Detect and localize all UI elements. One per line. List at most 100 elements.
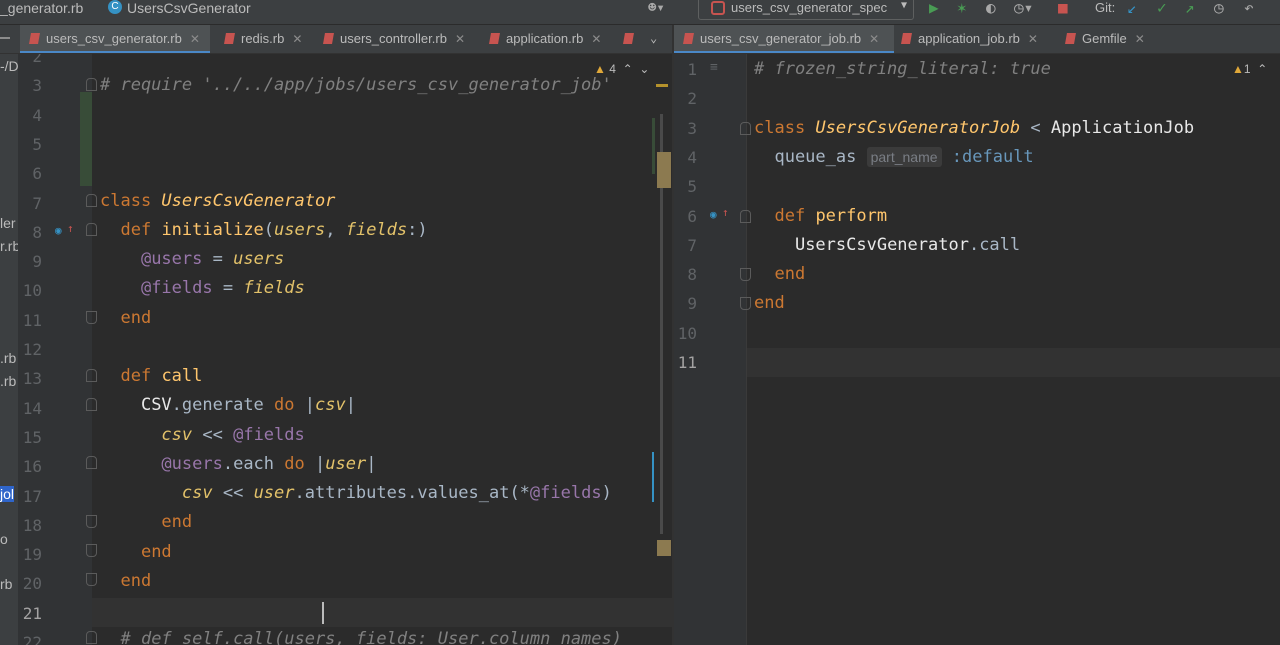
tab-application-job[interactable]: application_job.rb ✕ [901,25,1038,53]
stop-icon[interactable]: ■ [1058,0,1068,17]
fold-icon[interactable] [86,194,97,207]
ruby-file-icon [323,33,334,44]
warning-count: 4 [609,62,616,76]
history-icon[interactable]: ◷ [1214,0,1224,17]
code-line-10: @fields = fields [140,278,305,298]
code-line-3: # require '../../app/jobs/users_csv_gene… [100,75,612,95]
scroll-thumb[interactable] [657,152,671,188]
git-update-icon[interactable]: ↙ [1127,0,1137,17]
code-line-17: csv << user.attributes.values_at(*@field… [181,483,612,503]
fold-icon[interactable] [740,210,751,223]
breadcrumb-class[interactable]: UsersCsvGenerator [127,0,251,16]
fold-icon[interactable] [86,223,97,236]
project-path-fragment[interactable]: -/D [0,58,18,74]
close-icon[interactable]: ✕ [292,32,302,46]
rollback-icon[interactable]: ↶ [1244,0,1254,17]
error-stripe-marker[interactable] [657,540,671,556]
line-number: 22 [22,633,42,645]
parameter-hint: part_name [866,147,942,167]
fold-icon[interactable] [86,631,97,644]
overriding-method-icon[interactable]: ◉ [710,208,717,221]
fold-icon[interactable] [86,544,97,557]
vcs-added-marker [80,92,92,186]
fold-icon[interactable] [86,398,97,411]
line-number: 21 [22,603,42,623]
line-number: 20 [22,574,42,594]
code-line-7: UsersCsvGenerator.call [794,235,1021,255]
left-code-editor[interactable]: 2 3 4 5 6 7 8 9 10 11 12 13 14 15 16 17 18 19 20 21 22 ◉ ↑ #… [18,54,672,645]
right-code-editor[interactable]: 1 2 3 4 5 6 7 8 9 10 11 ≡ ◉ ↑ # frozen_string_lite… [674,54,1280,645]
line-number: 2 [687,89,697,109]
coverage-icon[interactable]: ◐ [986,0,996,17]
profile-icon[interactable]: ◷▾ [1014,0,1033,17]
project-item[interactable]: rb [0,576,12,592]
tab-users-controller[interactable]: users_controller.rb ✕ [323,25,465,53]
run-configuration-label: users_csv_generator_spec [731,0,888,15]
fold-icon[interactable] [740,297,751,310]
fold-icon[interactable] [86,573,97,586]
close-icon[interactable]: ✕ [1028,32,1038,46]
fold-icon[interactable] [86,369,97,382]
run-configuration-select[interactable]: users_csv_generator_spec ▼ [698,0,914,20]
project-item[interactable]: .rb [0,373,16,389]
class-icon: C [108,0,122,14]
close-icon[interactable]: ✕ [455,32,465,46]
code-line-19: end [140,542,172,562]
fold-icon[interactable] [86,311,97,324]
git-push-icon[interactable]: ↗ [1185,0,1195,17]
fold-icon[interactable] [86,515,97,528]
close-icon[interactable]: ✕ [591,32,601,46]
fold-icon[interactable] [740,122,751,135]
navigation-bar: _generator.rb C UsersCsvGenerator ☻▾ use… [0,0,1280,25]
line-number: 11 [677,353,697,372]
close-icon[interactable]: ✕ [1135,32,1145,46]
fold-icon[interactable] [740,268,751,281]
chevron-down-icon[interactable]: ⌄ [650,31,657,45]
tab-label: users_controller.rb [340,31,447,46]
override-arrow-icon[interactable]: ↑ [722,206,729,219]
line-number: 7 [687,235,697,255]
tab-users-csv-generator[interactable]: users_csv_generator.rb ✕ [20,25,210,53]
code-line-1: # frozen_string_literal: true [754,59,1051,79]
run-icon[interactable]: ▶ [929,0,939,17]
line-number: 12 [22,340,42,359]
close-icon[interactable]: ✕ [190,32,200,46]
line-number: 11 [22,310,42,330]
override-arrow-icon[interactable]: ↑ [67,222,74,235]
line-number: 3 [32,76,42,96]
line-number: 9 [32,252,42,272]
fold-icon[interactable] [86,456,97,469]
tab-overflow[interactable] [623,25,640,53]
code-line-14: CSV.generate do |csv| [140,395,356,415]
right-editor-tabs: users_csv_generator_job.rb ✕ application_… [674,25,1280,54]
line-number: 3 [687,118,697,138]
close-icon[interactable]: ✕ [869,32,879,46]
tab-gemfile[interactable]: Gemfile ✕ [1065,25,1145,53]
breadcrumb-file[interactable]: _generator.rb [0,0,83,16]
inspection-widget[interactable]: ▲ 4 ⌃ ⌄ [594,62,649,76]
tab-label: application.rb [506,31,584,46]
user-icon[interactable]: ☻▾ [648,0,665,16]
code-line-8: def initialize(users, fields:) [120,220,428,240]
implemented-method-icon[interactable]: ◉ [55,224,62,237]
code-line-9: end [754,293,785,313]
tab-users-csv-generator-job[interactable]: users_csv_generator_job.rb ✕ [674,25,894,53]
git-commit-icon[interactable]: ✓ [1157,0,1167,17]
collapse-icon[interactable] [0,37,10,39]
debug-icon[interactable]: ✶ [957,0,967,17]
project-item[interactable]: .rb [0,350,16,366]
project-item[interactable]: r.rb [0,238,18,254]
code-line-22: # def self.call(users, fields: User.colu… [120,629,622,645]
tab-application[interactable]: application.rb ✕ [489,25,601,53]
project-item[interactable]: o [0,531,8,547]
project-item[interactable]: ler [0,215,16,231]
ruby-file-icon [489,33,500,44]
structure-icon[interactable]: ≡ [710,60,718,75]
inspection-widget[interactable]: ▲1 ⌃ [1232,62,1267,76]
project-item-selected[interactable]: jol [0,486,15,502]
fold-icon[interactable] [86,78,97,91]
line-number: 13 [22,369,42,389]
error-stripe-marker[interactable] [656,84,668,87]
tab-redis[interactable]: redis.rb ✕ [224,25,302,53]
warning-icon: ▲ [594,62,606,76]
